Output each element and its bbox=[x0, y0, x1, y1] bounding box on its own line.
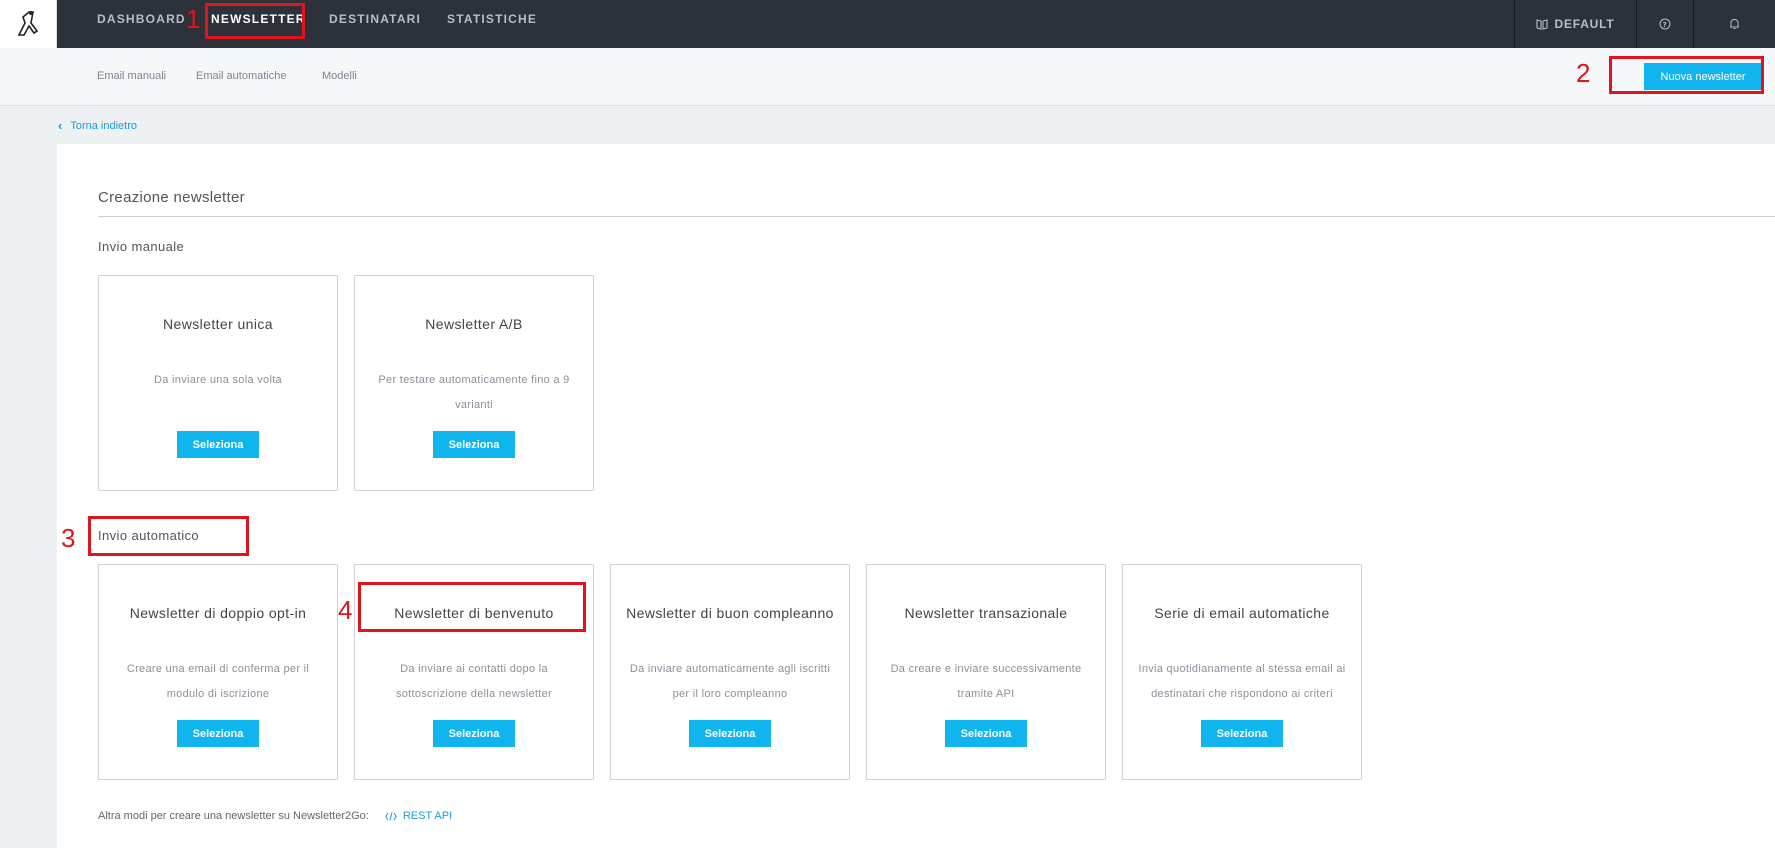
nav-dashboard[interactable]: DASHBOARD bbox=[97, 0, 186, 48]
nav-destinatari[interactable]: DESTINATARI bbox=[329, 0, 421, 48]
card-description: Da inviare automaticamente agli iscritti… bbox=[629, 663, 831, 700]
footer-line: Altra modi per creare una newsletter su … bbox=[98, 810, 452, 822]
card-description: Creare una email di conferma per il modu… bbox=[126, 663, 310, 700]
select-button[interactable]: Seleziona bbox=[177, 431, 259, 458]
card-transactional: Newsletter transazionale Da creare e inv… bbox=[866, 564, 1106, 780]
select-button[interactable]: Seleziona bbox=[945, 720, 1027, 747]
code-icon bbox=[385, 811, 397, 821]
card-description: Da inviare ai contatti dopo la sottoscri… bbox=[395, 663, 553, 700]
annotation-box-3 bbox=[88, 516, 249, 556]
rest-api-label: REST API bbox=[402, 810, 453, 822]
nav-statistiche[interactable]: STATISTICHE bbox=[447, 0, 537, 48]
card-title: Newsletter di doppio opt-in bbox=[129, 605, 307, 621]
workspace-default-button[interactable]: DEFAULT bbox=[1514, 0, 1636, 48]
svg-text:?: ? bbox=[1663, 21, 1668, 29]
page-title: Creazione newsletter bbox=[98, 189, 245, 206]
card-title: Serie di email automatiche bbox=[1154, 605, 1330, 621]
annotation-number-2: 2 bbox=[1576, 58, 1591, 88]
card-newsletter-unica: Newsletter unica Da inviare una sola vol… bbox=[98, 275, 338, 491]
card-title: Newsletter transazionale bbox=[904, 605, 1068, 621]
select-button[interactable]: Seleziona bbox=[433, 720, 515, 747]
select-button[interactable]: Seleziona bbox=[433, 431, 515, 458]
card-double-opt-in: Newsletter di doppio opt-in Creare una e… bbox=[98, 564, 338, 780]
bell-icon bbox=[1730, 18, 1739, 29]
card-description: Da creare e inviare successivamente tram… bbox=[890, 663, 1082, 700]
sub-navigation-bar: Email manuali Email automatiche Modelli bbox=[0, 48, 1775, 106]
card-birthday: Newsletter di buon compleanno Da inviare… bbox=[610, 564, 850, 780]
select-button[interactable]: Seleziona bbox=[177, 720, 259, 747]
card-title: Newsletter di buon compleanno bbox=[626, 605, 834, 621]
annotation-number-3: 3 bbox=[61, 523, 76, 553]
book-icon bbox=[1536, 18, 1549, 30]
annotation-box-1 bbox=[205, 3, 305, 39]
annotation-box-4 bbox=[358, 582, 586, 632]
card-description: Invia quotidianamente al stessa email ai… bbox=[1138, 663, 1346, 700]
annotation-number-4: 4 bbox=[338, 595, 353, 625]
section-title-manual: Invio manuale bbox=[98, 239, 185, 254]
help-icon: ? bbox=[1659, 18, 1671, 30]
card-email-series: Serie di email automatiche Invia quotidi… bbox=[1122, 564, 1362, 780]
card-title: Newsletter unica bbox=[163, 316, 273, 332]
annotation-box-2 bbox=[1609, 56, 1764, 94]
workspace-default-label: DEFAULT bbox=[1554, 17, 1615, 31]
card-description: Per testare automaticamente fino a 9 var… bbox=[378, 374, 570, 411]
help-button[interactable]: ? bbox=[1636, 0, 1693, 48]
card-title: Newsletter A/B bbox=[425, 316, 523, 332]
logo-icon bbox=[17, 11, 39, 36]
chevron-left-icon: ‹ bbox=[58, 118, 63, 133]
subnav-modelli[interactable]: Modelli bbox=[322, 70, 357, 82]
card-newsletter-ab: Newsletter A/B Per testare automaticamen… bbox=[354, 275, 594, 491]
footer-text: Altra modi per creare una newsletter su … bbox=[98, 810, 369, 822]
rest-api-link[interactable]: REST API bbox=[385, 810, 452, 822]
subnav-email-manuali[interactable]: Email manuali bbox=[97, 70, 166, 82]
select-button[interactable]: Seleziona bbox=[689, 720, 771, 747]
logo[interactable] bbox=[0, 0, 57, 48]
back-link[interactable]: ‹ Torna indietro bbox=[58, 118, 137, 133]
title-divider bbox=[98, 216, 1775, 217]
card-description: Da inviare una sola volta bbox=[154, 374, 282, 386]
notifications-button[interactable] bbox=[1693, 0, 1775, 48]
subnav-email-automatiche[interactable]: Email automatiche bbox=[196, 70, 287, 82]
annotation-number-1: 1 bbox=[186, 4, 201, 34]
back-link-label: Torna indietro bbox=[70, 119, 137, 132]
select-button[interactable]: Seleziona bbox=[1201, 720, 1283, 747]
